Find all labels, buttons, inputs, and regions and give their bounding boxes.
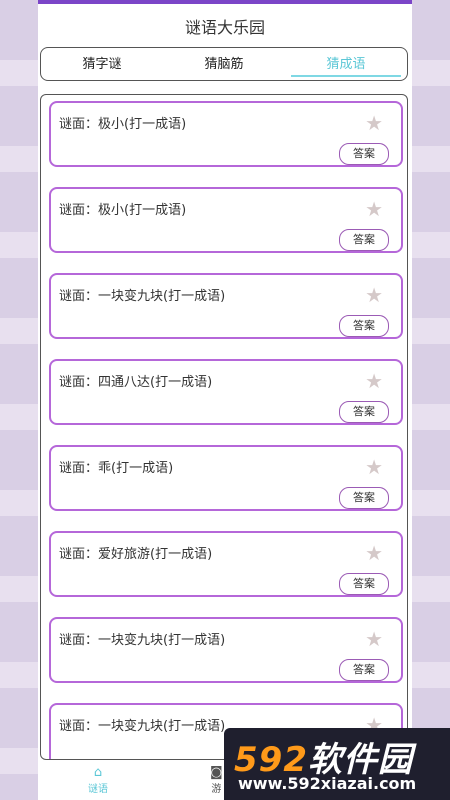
riddle-list[interactable]: 谜面：极小(打一成语) ★ 答案 谜面：极小(打一成语) ★ 答案 谜面：一块变…: [40, 94, 408, 760]
site-watermark: 592软件园 www.592xiazai.com: [224, 728, 450, 800]
riddle-text: 谜面：四通八达(打一成语): [59, 375, 213, 390]
nav-riddle[interactable]: ⌂ 谜语: [88, 765, 108, 796]
answer-button[interactable]: 答案: [339, 573, 389, 595]
nav-riddle-label: 谜语: [88, 784, 108, 795]
tab-brain-teaser[interactable]: 猜脑筋: [163, 48, 285, 80]
star-icon[interactable]: ★: [365, 369, 383, 393]
tab-bar: 猜字谜 猜脑筋 猜成语: [40, 47, 408, 81]
star-icon[interactable]: ★: [365, 627, 383, 651]
game-icon: ◙: [210, 765, 223, 780]
status-bar: [38, 0, 412, 4]
riddle-card: 谜面：极小(打一成语) ★ 答案: [49, 101, 403, 167]
star-icon[interactable]: ★: [365, 197, 383, 221]
riddle-card: 谜面：一块变九块(打一成语) ★ 答案: [49, 617, 403, 683]
riddle-text: 谜面：极小(打一成语): [59, 203, 187, 218]
star-icon[interactable]: ★: [365, 541, 383, 565]
star-icon[interactable]: ★: [365, 283, 383, 307]
answer-button[interactable]: 答案: [339, 315, 389, 337]
nav-game-label: 游: [211, 784, 222, 795]
riddle-text: 谜面：乖(打一成语): [59, 461, 174, 476]
star-icon[interactable]: ★: [365, 455, 383, 479]
riddle-text: 谜面：一块变九块(打一成语): [59, 719, 226, 734]
riddle-card: 谜面：极小(打一成语) ★ 答案: [49, 187, 403, 253]
tab-guess-idiom[interactable]: 猜成语: [285, 48, 407, 80]
answer-button[interactable]: 答案: [339, 659, 389, 681]
tab-guess-character[interactable]: 猜字谜: [41, 48, 163, 80]
answer-button[interactable]: 答案: [339, 487, 389, 509]
star-icon[interactable]: ★: [365, 111, 383, 135]
riddle-text: 谜面：爱好旅游(打一成语): [59, 547, 213, 562]
riddle-text: 谜面：极小(打一成语): [59, 117, 187, 132]
background-right: [410, 0, 450, 800]
answer-button[interactable]: 答案: [339, 229, 389, 251]
page-title: 谜语大乐园: [184, 18, 265, 37]
riddle-card: 谜面：四通八达(打一成语) ★ 答案: [49, 359, 403, 425]
nav-game[interactable]: ◙ 游: [210, 765, 223, 796]
app-screen: 谜语大乐园 猜字谜 猜脑筋 猜成语 谜面：极小(打一成语) ★ 答案 谜面：极小…: [38, 0, 412, 800]
riddle-card: 谜面：爱好旅游(打一成语) ★ 答案: [49, 531, 403, 597]
riddle-card: 谜面：一块变九块(打一成语) ★ 答案: [49, 273, 403, 339]
riddle-text: 谜面：一块变九块(打一成语): [59, 633, 226, 648]
answer-button[interactable]: 答案: [339, 143, 389, 165]
home-icon: ⌂: [93, 765, 103, 780]
answer-button[interactable]: 答案: [339, 401, 389, 423]
riddle-card: 谜面：乖(打一成语) ★ 答案: [49, 445, 403, 511]
watermark-url: www.592xiazai.com: [238, 774, 417, 793]
background-left: [0, 0, 40, 800]
riddle-text: 谜面：一块变九块(打一成语): [59, 289, 226, 304]
